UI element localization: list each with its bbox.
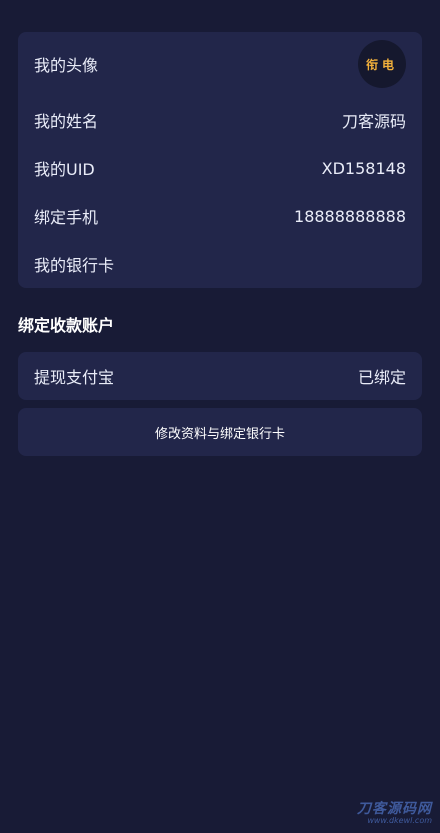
payment-section-title: 绑定收款账户 (18, 316, 115, 335)
uid-row: 我的UID XD158148 (34, 148, 406, 188)
edit-profile-button[interactable]: 修改资料与绑定银行卡 (18, 408, 422, 456)
alipay-row[interactable]: 提现支付宝 已绑定 (34, 352, 406, 400)
name-row: 我的姓名 刀客源码 (34, 100, 406, 140)
alipay-card[interactable]: 提现支付宝 已绑定 (18, 352, 422, 400)
phone-label: 绑定手机 (34, 208, 99, 227)
alipay-label: 提现支付宝 (34, 368, 115, 387)
phone-value: 18888888888 (294, 206, 406, 226)
uid-label: 我的UID (34, 160, 95, 179)
profile-card: 我的头像 衔电 我的姓名 刀客源码 我的UID XD158148 绑定手机 18… (18, 32, 422, 288)
avatar-label: 我的头像 (34, 56, 99, 75)
watermark-sub: www.dkewl.com (367, 816, 432, 825)
avatar-row[interactable]: 我的头像 衔电 (34, 40, 406, 88)
uid-value: XD158148 (321, 158, 406, 178)
watermark: 刀客源码网 www.dkewl.com (357, 802, 432, 825)
name-value: 刀客源码 (341, 112, 406, 131)
phone-row: 绑定手机 18888888888 (34, 196, 406, 236)
avatar[interactable]: 衔电 (358, 40, 406, 88)
alipay-status: 已绑定 (357, 368, 406, 387)
name-label: 我的姓名 (34, 112, 99, 131)
bank-card-row[interactable]: 我的银行卡 (34, 244, 406, 284)
bank-card-label: 我的银行卡 (34, 256, 115, 275)
watermark-main: 刀客源码网 (357, 801, 432, 817)
